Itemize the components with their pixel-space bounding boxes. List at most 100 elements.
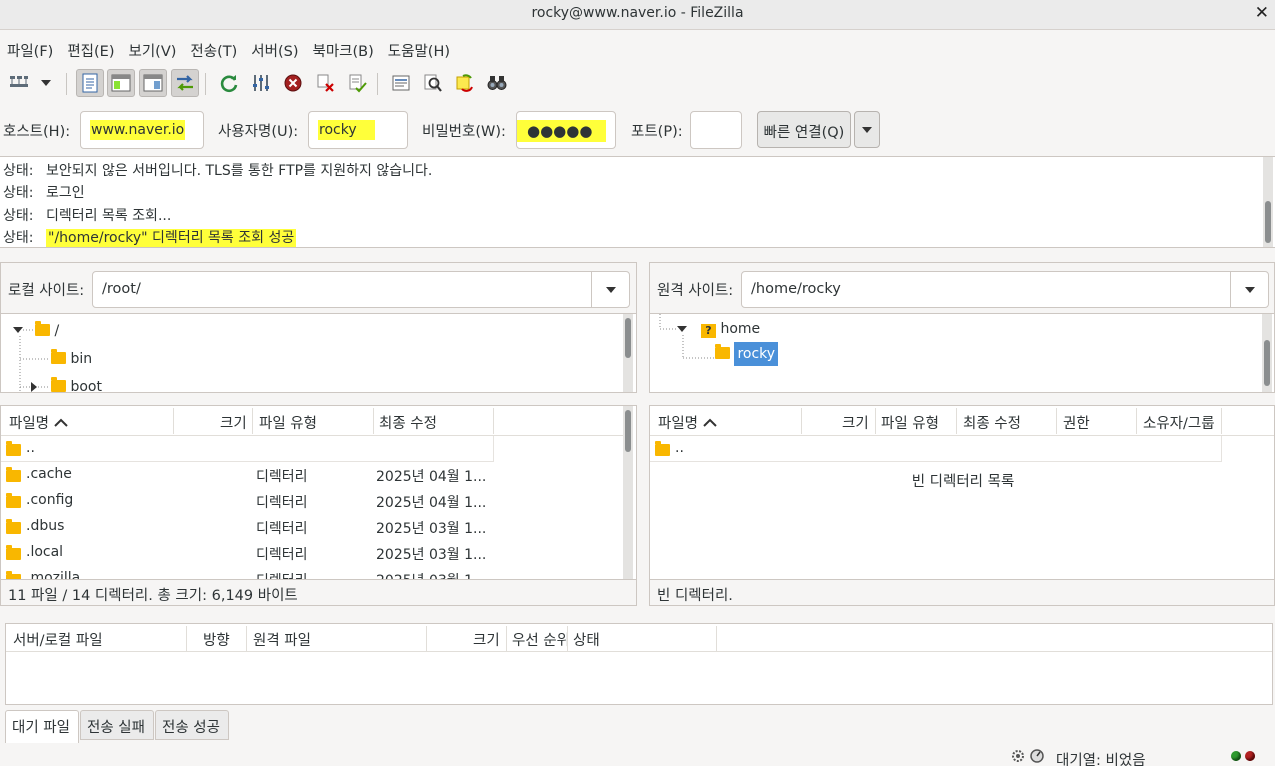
reconnect-button[interactable] bbox=[343, 69, 371, 97]
local-tree-scrollbar-thumb[interactable] bbox=[625, 318, 631, 358]
search-remote-files-button[interactable] bbox=[483, 69, 511, 97]
site-manager-button[interactable] bbox=[5, 69, 33, 97]
window-title: rocky@www.naver.io - FileZilla bbox=[531, 5, 744, 21]
toggle-local-tree-button[interactable] bbox=[107, 69, 135, 97]
toggle-remote-tree-button[interactable] bbox=[139, 69, 167, 97]
column-status[interactable]: 상태 bbox=[573, 629, 600, 650]
parent-directory-row[interactable]: .. bbox=[650, 436, 1222, 462]
remote-file-list[interactable]: 파일명 크기 파일 유형 최종 수정 권한 소유자/그룹 .. 빈 디렉터리 목… bbox=[649, 405, 1275, 580]
log-scrollbar[interactable] bbox=[1263, 157, 1273, 247]
refresh-button[interactable] bbox=[215, 69, 243, 97]
gear-icon bbox=[1010, 748, 1026, 764]
menu-view[interactable]: 보기(V) bbox=[122, 36, 184, 62]
password-label: 비밀번호(W): bbox=[422, 124, 506, 140]
process-queue-button[interactable] bbox=[247, 69, 275, 97]
menu-server[interactable]: 서버(S) bbox=[244, 36, 305, 62]
column-filename[interactable]: 파일명 bbox=[9, 412, 68, 433]
close-window-button[interactable]: ✕ bbox=[1255, 3, 1269, 23]
column-size[interactable]: 크기 bbox=[473, 629, 500, 650]
quickconnect-button[interactable]: 빠른 연결(Q) bbox=[757, 111, 851, 148]
column-modified[interactable]: 최종 수정 bbox=[963, 412, 1021, 433]
log-scrollbar-thumb[interactable] bbox=[1265, 201, 1271, 243]
menu-file[interactable]: 파일(F) bbox=[0, 36, 60, 62]
directory-listing-filter-button[interactable] bbox=[387, 69, 415, 97]
local-list-scrollbar-thumb[interactable] bbox=[625, 410, 631, 452]
menu-edit[interactable]: 편집(E) bbox=[60, 36, 121, 62]
quickconnect-history-dropdown[interactable] bbox=[854, 111, 880, 148]
expand-arrow-icon[interactable] bbox=[677, 326, 687, 332]
tab-queued-files[interactable]: 대기 파일 bbox=[5, 710, 79, 743]
unknown-folder-icon: ? bbox=[701, 324, 716, 338]
title-bar: rocky@www.naver.io - FileZilla ✕ bbox=[0, 0, 1275, 30]
folder-icon bbox=[35, 321, 50, 336]
log-line: 상태: 로그인 bbox=[3, 185, 85, 201]
port-input[interactable] bbox=[690, 111, 742, 149]
tree-item-bin[interactable]: bin bbox=[51, 349, 92, 367]
local-tree-scrollbar[interactable] bbox=[623, 314, 633, 392]
remote-tree-scrollbar-thumb[interactable] bbox=[1264, 340, 1270, 386]
local-path-combo[interactable]: /root/ bbox=[92, 271, 630, 308]
remote-tree-scrollbar[interactable] bbox=[1262, 314, 1272, 392]
transfer-queue[interactable]: 서버/로컬 파일 방향 원격 파일 크기 우선 순위 상태 bbox=[5, 623, 1273, 705]
toolbar-divider bbox=[377, 73, 378, 95]
message-log[interactable]: 상태: 보안되지 않은 서버입니다. TLS를 통한 FTP를 지원하지 않습니다… bbox=[0, 156, 1275, 248]
tab-failed-transfers[interactable]: 전송 실패 bbox=[80, 710, 154, 740]
tree-item-rocky[interactable]: rocky bbox=[715, 342, 779, 366]
username-value: rocky bbox=[318, 120, 375, 140]
column-size[interactable]: 크기 bbox=[220, 412, 247, 433]
local-file-list[interactable]: 파일명 크기 파일 유형 최종 수정 .. .cache 디렉터리 2025년 04… bbox=[0, 405, 637, 580]
toggle-queue-button[interactable] bbox=[171, 69, 199, 97]
local-list-scrollbar[interactable] bbox=[623, 406, 633, 579]
remote-directory-tree[interactable]: ? home rocky bbox=[649, 313, 1275, 393]
menu-help[interactable]: 도움말(H) bbox=[381, 36, 457, 62]
menu-bookmarks[interactable]: 북마크(B) bbox=[305, 36, 380, 62]
column-filetype[interactable]: 파일 유형 bbox=[259, 412, 317, 433]
tree-item-boot[interactable]: boot bbox=[51, 377, 102, 392]
remote-path-combo[interactable]: /home/rocky bbox=[741, 271, 1269, 308]
password-input[interactable]: ●●●●● bbox=[516, 111, 616, 149]
directory-comparison-button[interactable] bbox=[419, 69, 447, 97]
remote-status-bar: 빈 디렉터리. bbox=[649, 580, 1275, 606]
column-priority[interactable]: 우선 순위 bbox=[512, 629, 568, 650]
folder-icon bbox=[51, 349, 66, 364]
menu-transfer[interactable]: 전송(T) bbox=[183, 36, 244, 62]
cancel-operation-button[interactable] bbox=[279, 69, 307, 97]
column-server-local-file[interactable]: 서버/로컬 파일 bbox=[13, 629, 103, 650]
tab-successful-transfers[interactable]: 전송 성공 bbox=[155, 710, 229, 740]
toggle-log-button[interactable] bbox=[76, 69, 104, 97]
queue-header: 서버/로컬 파일 방향 원격 파일 크기 우선 순위 상태 bbox=[6, 624, 1272, 652]
tree-item-root[interactable]: / bbox=[35, 321, 59, 339]
log-line: 상태: "/home/rocky" 디렉터리 목록 조회 성공 bbox=[3, 229, 297, 247]
remote-path-dropdown[interactable] bbox=[1230, 272, 1268, 307]
parent-directory-row[interactable]: .. bbox=[1, 436, 494, 462]
local-directory-tree[interactable]: / bin boot bbox=[0, 313, 637, 393]
collapse-arrow-icon[interactable] bbox=[31, 382, 37, 392]
username-input[interactable]: rocky bbox=[308, 111, 408, 149]
selected-folder-label: rocky bbox=[734, 342, 779, 366]
column-modified[interactable]: 최종 수정 bbox=[379, 412, 437, 433]
queue-status-text: 대기열: 비었음 bbox=[1056, 753, 1146, 766]
toolbar bbox=[0, 66, 1275, 102]
folder-icon bbox=[6, 519, 21, 534]
host-value: www.naver.io bbox=[90, 120, 186, 140]
filter-icon bbox=[253, 75, 269, 91]
column-remote-file[interactable]: 원격 파일 bbox=[253, 629, 311, 650]
transfer-queue-icon bbox=[177, 75, 193, 91]
site-manager-dropdown[interactable] bbox=[33, 69, 59, 97]
expand-arrow-icon[interactable] bbox=[13, 327, 23, 333]
column-filename[interactable]: 파일명 bbox=[658, 412, 717, 433]
disconnect-button[interactable] bbox=[311, 69, 339, 97]
speed-limit-icon[interactable] bbox=[1029, 748, 1045, 764]
binoculars-icon bbox=[487, 76, 507, 90]
remote-site-label: 원격 사이트: bbox=[657, 283, 734, 299]
synchronized-browsing-button[interactable] bbox=[451, 69, 479, 97]
folder-icon bbox=[6, 441, 21, 456]
host-input[interactable]: www.naver.io bbox=[80, 111, 204, 149]
column-direction[interactable]: 방향 bbox=[203, 629, 230, 650]
local-path-dropdown[interactable] bbox=[591, 272, 629, 307]
column-filetype[interactable]: 파일 유형 bbox=[881, 412, 939, 433]
column-permissions[interactable]: 권한 bbox=[1063, 412, 1090, 433]
column-size[interactable]: 크기 bbox=[842, 412, 869, 433]
tree-item-home[interactable]: ? home bbox=[701, 321, 760, 338]
column-owner-group[interactable]: 소유자/그룹 bbox=[1143, 412, 1215, 433]
